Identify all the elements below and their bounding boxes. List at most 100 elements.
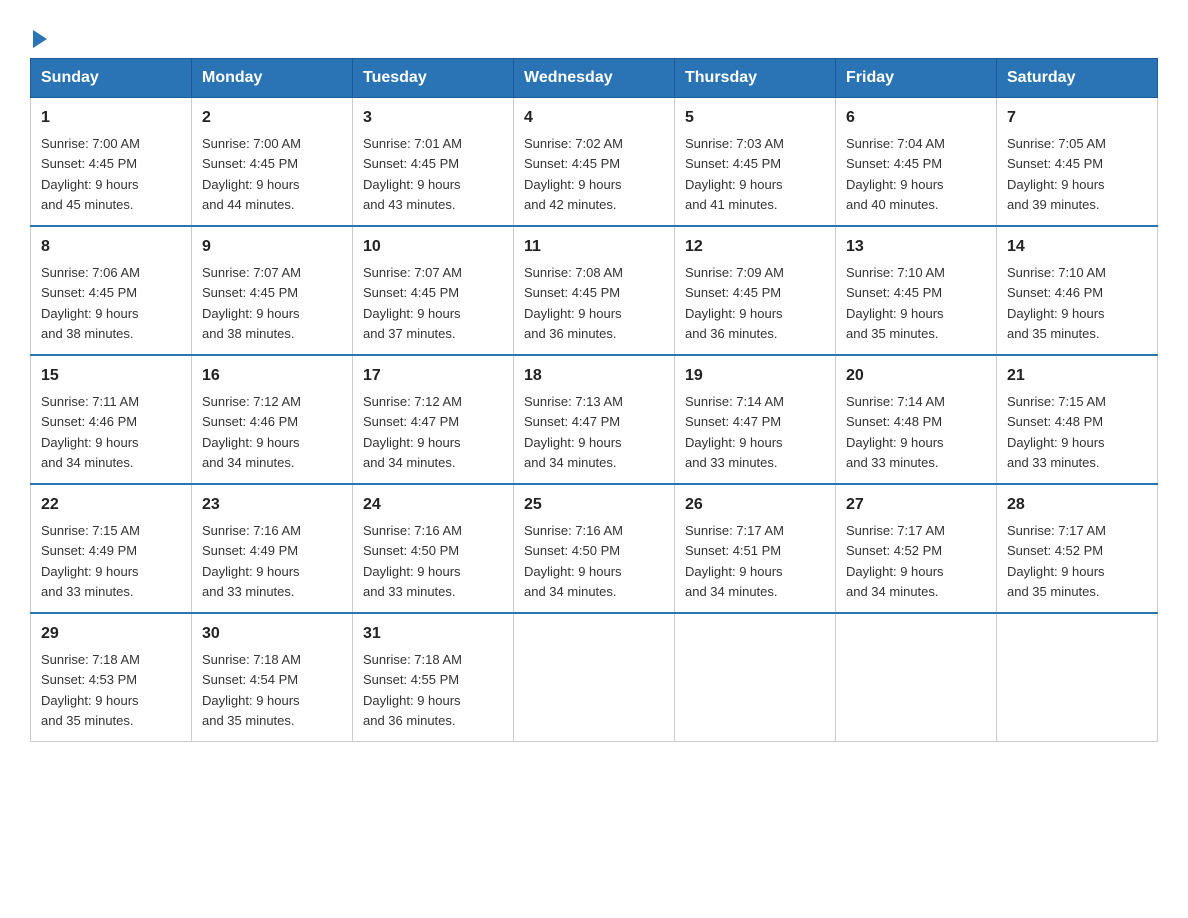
day-info: Sunrise: 7:11 AMSunset: 4:46 PMDaylight:… [41, 394, 139, 470]
day-number: 3 [363, 106, 503, 130]
day-info: Sunrise: 7:07 AMSunset: 4:45 PMDaylight:… [202, 265, 301, 341]
day-info: Sunrise: 7:18 AMSunset: 4:53 PMDaylight:… [41, 652, 140, 728]
calendar-cell: 19 Sunrise: 7:14 AMSunset: 4:47 PMDaylig… [675, 355, 836, 484]
calendar-header-row: SundayMondayTuesdayWednesdayThursdayFrid… [31, 59, 1158, 98]
day-number: 23 [202, 493, 342, 517]
day-info: Sunrise: 7:17 AMSunset: 4:51 PMDaylight:… [685, 523, 784, 599]
calendar-cell: 15 Sunrise: 7:11 AMSunset: 4:46 PMDaylig… [31, 355, 192, 484]
day-info: Sunrise: 7:04 AMSunset: 4:45 PMDaylight:… [846, 136, 945, 212]
day-number: 1 [41, 106, 181, 130]
col-header-tuesday: Tuesday [353, 59, 514, 98]
day-info: Sunrise: 7:06 AMSunset: 4:45 PMDaylight:… [41, 265, 140, 341]
day-info: Sunrise: 7:16 AMSunset: 4:50 PMDaylight:… [363, 523, 462, 599]
col-header-saturday: Saturday [997, 59, 1158, 98]
day-number: 13 [846, 235, 986, 259]
calendar-cell: 21 Sunrise: 7:15 AMSunset: 4:48 PMDaylig… [997, 355, 1158, 484]
calendar-cell [514, 613, 675, 742]
calendar-table: SundayMondayTuesdayWednesdayThursdayFrid… [30, 58, 1158, 742]
day-number: 6 [846, 106, 986, 130]
day-number: 29 [41, 622, 181, 646]
calendar-cell: 31 Sunrise: 7:18 AMSunset: 4:55 PMDaylig… [353, 613, 514, 742]
day-info: Sunrise: 7:00 AMSunset: 4:45 PMDaylight:… [202, 136, 301, 212]
calendar-week-row: 15 Sunrise: 7:11 AMSunset: 4:46 PMDaylig… [31, 355, 1158, 484]
calendar-cell: 12 Sunrise: 7:09 AMSunset: 4:45 PMDaylig… [675, 226, 836, 355]
calendar-cell: 14 Sunrise: 7:10 AMSunset: 4:46 PMDaylig… [997, 226, 1158, 355]
calendar-cell: 13 Sunrise: 7:10 AMSunset: 4:45 PMDaylig… [836, 226, 997, 355]
day-info: Sunrise: 7:01 AMSunset: 4:45 PMDaylight:… [363, 136, 462, 212]
day-number: 7 [1007, 106, 1147, 130]
day-number: 10 [363, 235, 503, 259]
day-info: Sunrise: 7:18 AMSunset: 4:54 PMDaylight:… [202, 652, 301, 728]
calendar-cell: 11 Sunrise: 7:08 AMSunset: 4:45 PMDaylig… [514, 226, 675, 355]
day-number: 8 [41, 235, 181, 259]
calendar-cell: 28 Sunrise: 7:17 AMSunset: 4:52 PMDaylig… [997, 484, 1158, 613]
day-number: 2 [202, 106, 342, 130]
day-info: Sunrise: 7:07 AMSunset: 4:45 PMDaylight:… [363, 265, 462, 341]
day-info: Sunrise: 7:16 AMSunset: 4:50 PMDaylight:… [524, 523, 623, 599]
day-number: 14 [1007, 235, 1147, 259]
calendar-cell: 4 Sunrise: 7:02 AMSunset: 4:45 PMDayligh… [514, 98, 675, 227]
calendar-cell: 17 Sunrise: 7:12 AMSunset: 4:47 PMDaylig… [353, 355, 514, 484]
calendar-cell [997, 613, 1158, 742]
calendar-cell: 1 Sunrise: 7:00 AMSunset: 4:45 PMDayligh… [31, 98, 192, 227]
day-number: 16 [202, 364, 342, 388]
day-number: 20 [846, 364, 986, 388]
calendar-cell: 16 Sunrise: 7:12 AMSunset: 4:46 PMDaylig… [192, 355, 353, 484]
calendar-cell [836, 613, 997, 742]
day-info: Sunrise: 7:05 AMSunset: 4:45 PMDaylight:… [1007, 136, 1106, 212]
day-number: 15 [41, 364, 181, 388]
day-info: Sunrise: 7:00 AMSunset: 4:45 PMDaylight:… [41, 136, 140, 212]
day-info: Sunrise: 7:13 AMSunset: 4:47 PMDaylight:… [524, 394, 623, 470]
calendar-week-row: 1 Sunrise: 7:00 AMSunset: 4:45 PMDayligh… [31, 98, 1158, 227]
day-number: 30 [202, 622, 342, 646]
day-info: Sunrise: 7:14 AMSunset: 4:47 PMDaylight:… [685, 394, 784, 470]
day-info: Sunrise: 7:18 AMSunset: 4:55 PMDaylight:… [363, 652, 462, 728]
calendar-cell [675, 613, 836, 742]
calendar-cell: 27 Sunrise: 7:17 AMSunset: 4:52 PMDaylig… [836, 484, 997, 613]
day-info: Sunrise: 7:15 AMSunset: 4:49 PMDaylight:… [41, 523, 140, 599]
calendar-cell: 6 Sunrise: 7:04 AMSunset: 4:45 PMDayligh… [836, 98, 997, 227]
day-number: 17 [363, 364, 503, 388]
day-info: Sunrise: 7:08 AMSunset: 4:45 PMDaylight:… [524, 265, 623, 341]
col-header-sunday: Sunday [31, 59, 192, 98]
day-number: 11 [524, 235, 664, 259]
day-number: 12 [685, 235, 825, 259]
calendar-cell: 2 Sunrise: 7:00 AMSunset: 4:45 PMDayligh… [192, 98, 353, 227]
day-number: 27 [846, 493, 986, 517]
day-info: Sunrise: 7:10 AMSunset: 4:45 PMDaylight:… [846, 265, 945, 341]
calendar-week-row: 22 Sunrise: 7:15 AMSunset: 4:49 PMDaylig… [31, 484, 1158, 613]
day-number: 24 [363, 493, 503, 517]
col-header-friday: Friday [836, 59, 997, 98]
day-info: Sunrise: 7:12 AMSunset: 4:46 PMDaylight:… [202, 394, 301, 470]
day-number: 5 [685, 106, 825, 130]
calendar-cell: 3 Sunrise: 7:01 AMSunset: 4:45 PMDayligh… [353, 98, 514, 227]
day-number: 21 [1007, 364, 1147, 388]
day-number: 4 [524, 106, 664, 130]
day-info: Sunrise: 7:09 AMSunset: 4:45 PMDaylight:… [685, 265, 784, 341]
calendar-week-row: 8 Sunrise: 7:06 AMSunset: 4:45 PMDayligh… [31, 226, 1158, 355]
day-number: 31 [363, 622, 503, 646]
col-header-wednesday: Wednesday [514, 59, 675, 98]
day-info: Sunrise: 7:10 AMSunset: 4:46 PMDaylight:… [1007, 265, 1106, 341]
day-number: 26 [685, 493, 825, 517]
calendar-cell: 26 Sunrise: 7:17 AMSunset: 4:51 PMDaylig… [675, 484, 836, 613]
day-info: Sunrise: 7:02 AMSunset: 4:45 PMDaylight:… [524, 136, 623, 212]
calendar-cell: 30 Sunrise: 7:18 AMSunset: 4:54 PMDaylig… [192, 613, 353, 742]
calendar-cell: 8 Sunrise: 7:06 AMSunset: 4:45 PMDayligh… [31, 226, 192, 355]
col-header-thursday: Thursday [675, 59, 836, 98]
calendar-cell: 20 Sunrise: 7:14 AMSunset: 4:48 PMDaylig… [836, 355, 997, 484]
calendar-week-row: 29 Sunrise: 7:18 AMSunset: 4:53 PMDaylig… [31, 613, 1158, 742]
calendar-cell: 9 Sunrise: 7:07 AMSunset: 4:45 PMDayligh… [192, 226, 353, 355]
page-header [30, 20, 1158, 48]
calendar-cell: 10 Sunrise: 7:07 AMSunset: 4:45 PMDaylig… [353, 226, 514, 355]
calendar-cell: 29 Sunrise: 7:18 AMSunset: 4:53 PMDaylig… [31, 613, 192, 742]
calendar-cell: 7 Sunrise: 7:05 AMSunset: 4:45 PMDayligh… [997, 98, 1158, 227]
calendar-cell: 25 Sunrise: 7:16 AMSunset: 4:50 PMDaylig… [514, 484, 675, 613]
day-info: Sunrise: 7:14 AMSunset: 4:48 PMDaylight:… [846, 394, 945, 470]
col-header-monday: Monday [192, 59, 353, 98]
day-info: Sunrise: 7:15 AMSunset: 4:48 PMDaylight:… [1007, 394, 1106, 470]
day-number: 28 [1007, 493, 1147, 517]
calendar-cell: 18 Sunrise: 7:13 AMSunset: 4:47 PMDaylig… [514, 355, 675, 484]
day-number: 19 [685, 364, 825, 388]
day-number: 18 [524, 364, 664, 388]
